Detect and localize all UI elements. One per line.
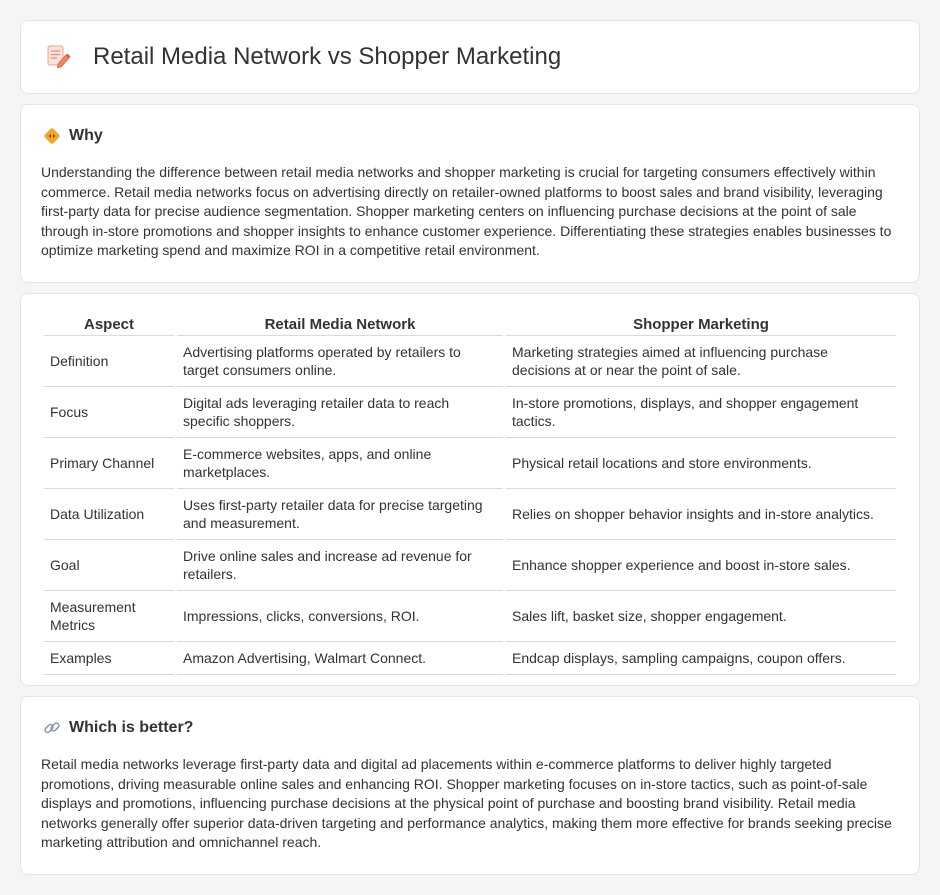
cell-retail-media-network: Advertising platforms operated by retail… <box>177 336 503 387</box>
cell-shopper-marketing: Relies on shopper behavior insights and … <box>506 489 896 540</box>
better-heading: Which is better? <box>41 719 899 737</box>
cell-shopper-marketing: In-store promotions, displays, and shopp… <box>506 387 896 438</box>
cell-shopper-marketing: Enhance shopper experience and boost in-… <box>506 540 896 591</box>
header-aspect: Aspect <box>44 312 174 336</box>
cell-aspect: Data Utilization <box>44 489 174 540</box>
page-title: Retail Media Network vs Shopper Marketin… <box>93 43 562 70</box>
table-header-row: Aspect Retail Media Network Shopper Mark… <box>44 312 896 336</box>
cell-retail-media-network: E-commerce websites, apps, and online ma… <box>177 438 503 489</box>
cell-aspect: Definition <box>44 336 174 387</box>
cell-retail-media-network: Drive online sales and increase ad reven… <box>177 540 503 591</box>
document-pencil-icon <box>45 44 71 70</box>
header-card: Retail Media Network vs Shopper Marketin… <box>20 20 920 94</box>
link-icon <box>43 719 61 737</box>
comparison-table: Aspect Retail Media Network Shopper Mark… <box>41 312 899 675</box>
cell-shopper-marketing: Sales lift, basket size, shopper engagem… <box>506 591 896 642</box>
table-row: Focus Digital ads leveraging retailer da… <box>44 387 896 438</box>
why-heading: Why <box>41 127 899 145</box>
which-is-better-section: Which is better? Retail media networks l… <box>20 696 920 875</box>
table-row: Goal Drive online sales and increase ad … <box>44 540 896 591</box>
cell-retail-media-network: Uses first-party retailer data for preci… <box>177 489 503 540</box>
table-row: Data Utilization Uses first-party retail… <box>44 489 896 540</box>
diamond-arrows-icon <box>43 127 61 145</box>
cell-aspect: Examples <box>44 642 174 675</box>
why-text: Understanding the difference between ret… <box>41 164 892 258</box>
cell-shopper-marketing: Endcap displays, sampling campaigns, cou… <box>506 642 896 675</box>
better-title: Which is better? <box>69 719 194 736</box>
cell-retail-media-network: Amazon Advertising, Walmart Connect. <box>177 642 503 675</box>
table-row: Measurement Metrics Impressions, clicks,… <box>44 591 896 642</box>
cell-retail-media-network: Digital ads leveraging retailer data to … <box>177 387 503 438</box>
header-shopper-marketing: Shopper Marketing <box>506 312 896 336</box>
cell-shopper-marketing: Marketing strategies aimed at influencin… <box>506 336 896 387</box>
why-section: Why Understanding the difference between… <box>20 104 920 283</box>
comparison-table-card: Aspect Retail Media Network Shopper Mark… <box>20 293 920 686</box>
cell-aspect: Focus <box>44 387 174 438</box>
cell-aspect: Primary Channel <box>44 438 174 489</box>
table-row: Primary Channel E-commerce websites, app… <box>44 438 896 489</box>
cell-aspect: Measurement Metrics <box>44 591 174 642</box>
header-retail-media-network: Retail Media Network <box>177 312 503 336</box>
cell-shopper-marketing: Physical retail locations and store envi… <box>506 438 896 489</box>
table-row: Examples Amazon Advertising, Walmart Con… <box>44 642 896 675</box>
cell-retail-media-network: Impressions, clicks, conversions, ROI. <box>177 591 503 642</box>
why-title: Why <box>69 127 103 144</box>
better-text: Retail media networks leverage first-par… <box>41 756 892 850</box>
table-row: Definition Advertising platforms operate… <box>44 336 896 387</box>
cell-aspect: Goal <box>44 540 174 591</box>
